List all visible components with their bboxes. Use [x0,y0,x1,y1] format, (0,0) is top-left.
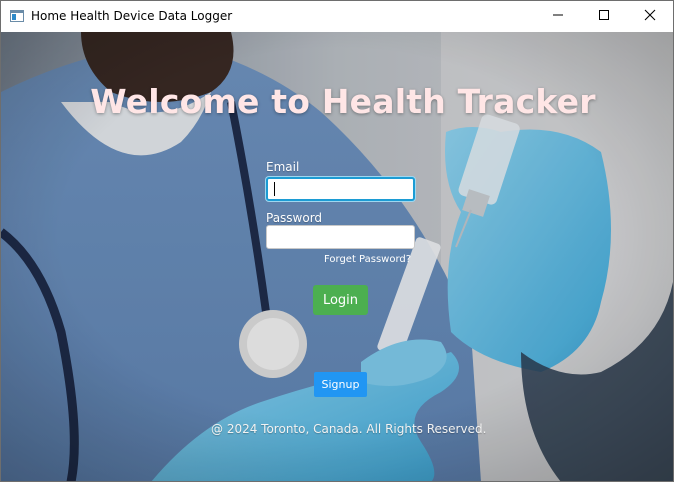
signup-button[interactable]: Signup [314,372,367,397]
text-caret [274,182,275,196]
minimize-icon [552,8,564,26]
title-bar[interactable]: Home Health Device Data Logger [1,1,673,32]
login-panel: Welcome to Health Tracker Email Password… [1,32,673,481]
footer-text: @ 2024 Toronto, Canada. All Rights Reser… [211,422,487,436]
password-label: Password [266,211,323,225]
email-label: Email [266,160,300,174]
close-icon [644,8,656,26]
welcome-heading: Welcome to Health Tracker [90,82,596,121]
maximize-icon [598,8,610,26]
close-button[interactable] [627,1,673,32]
login-button[interactable]: Login [313,285,368,315]
app-icon [10,9,24,23]
email-field[interactable] [266,177,415,201]
maximize-button[interactable] [581,1,627,32]
password-field[interactable] [266,225,415,249]
app-window: Home Health Device Data Logger Welcome t… [0,0,674,482]
minimize-button[interactable] [535,1,581,32]
forgot-password-link[interactable]: Forget Password? [324,254,411,265]
window-title: Home Health Device Data Logger [31,9,233,23]
